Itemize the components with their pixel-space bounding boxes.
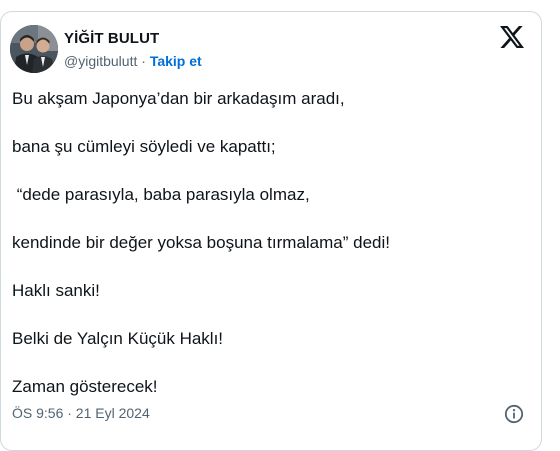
- tweet-line: kendinde bir değer yoksa boşuna tırmalam…: [12, 233, 390, 252]
- x-logo-icon[interactable]: [500, 26, 526, 50]
- tweet-line: “dede parasıyla, baba parasıyla olmaz,: [12, 185, 310, 204]
- handle-separator: ·: [141, 53, 146, 69]
- info-circle-icon[interactable]: [504, 404, 524, 424]
- author-handle-row: @yigitbulutt · Takip et: [64, 53, 202, 69]
- author-avatar[interactable]: [10, 25, 58, 73]
- tweet-timestamp[interactable]: ÖS 9:56 · 21 Eyl 2024: [12, 405, 150, 421]
- follow-button[interactable]: Takip et: [150, 53, 202, 69]
- author-name[interactable]: YİĞİT BULUT: [64, 30, 159, 47]
- tweet-line: Bu akşam Japonya’dan bir arkadaşım aradı…: [12, 89, 345, 108]
- author-handle[interactable]: @yigitbulutt: [64, 53, 137, 69]
- tweet-line: Haklı sanki!: [12, 281, 100, 300]
- tweet-line: bana şu cümleyi söyledi ve kapattı;: [12, 137, 276, 156]
- tweet-line: Zaman gösterecek!: [12, 377, 158, 396]
- tweet-line: Belki de Yalçın Küçük Haklı!: [12, 329, 224, 348]
